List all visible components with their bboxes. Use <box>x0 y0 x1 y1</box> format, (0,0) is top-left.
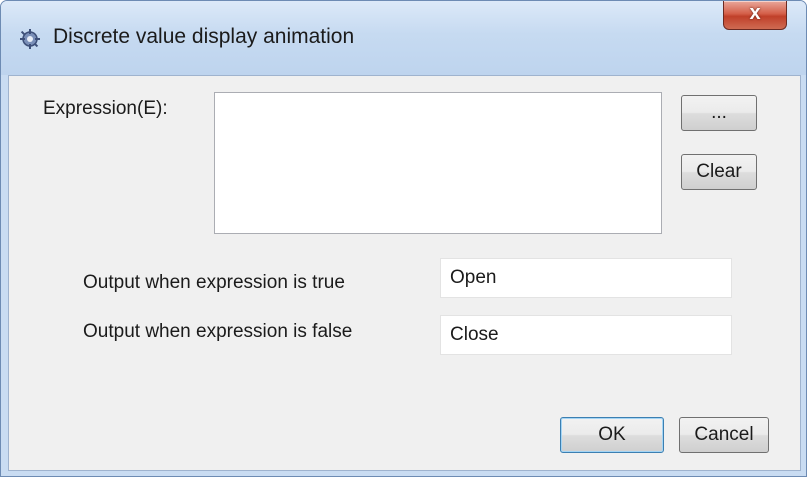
true-output-label: Output when expression is true <box>83 272 345 293</box>
expression-label: Expression(E): <box>43 98 168 119</box>
close-icon: x <box>749 2 761 24</box>
title-bar[interactable]: Discrete value display animation x <box>1 1 806 75</box>
app-gear-icon <box>19 28 41 50</box>
dialog-window: Discrete value display animation x Expre… <box>0 0 807 477</box>
close-button[interactable]: x <box>723 1 787 30</box>
ok-button[interactable]: OK <box>560 417 664 453</box>
false-output-label: Output when expression is false <box>83 321 353 342</box>
false-output-field[interactable]: Close <box>440 315 732 355</box>
clear-button[interactable]: Clear <box>681 154 757 190</box>
expression-input[interactable] <box>214 92 662 234</box>
browse-button[interactable]: ... <box>681 95 757 131</box>
dialog-body: Expression(E): ... Clear Output when exp… <box>8 75 801 471</box>
cancel-button[interactable]: Cancel <box>679 417 769 453</box>
true-output-field[interactable]: Open <box>440 258 732 298</box>
window-title: Discrete value display animation <box>53 25 355 48</box>
